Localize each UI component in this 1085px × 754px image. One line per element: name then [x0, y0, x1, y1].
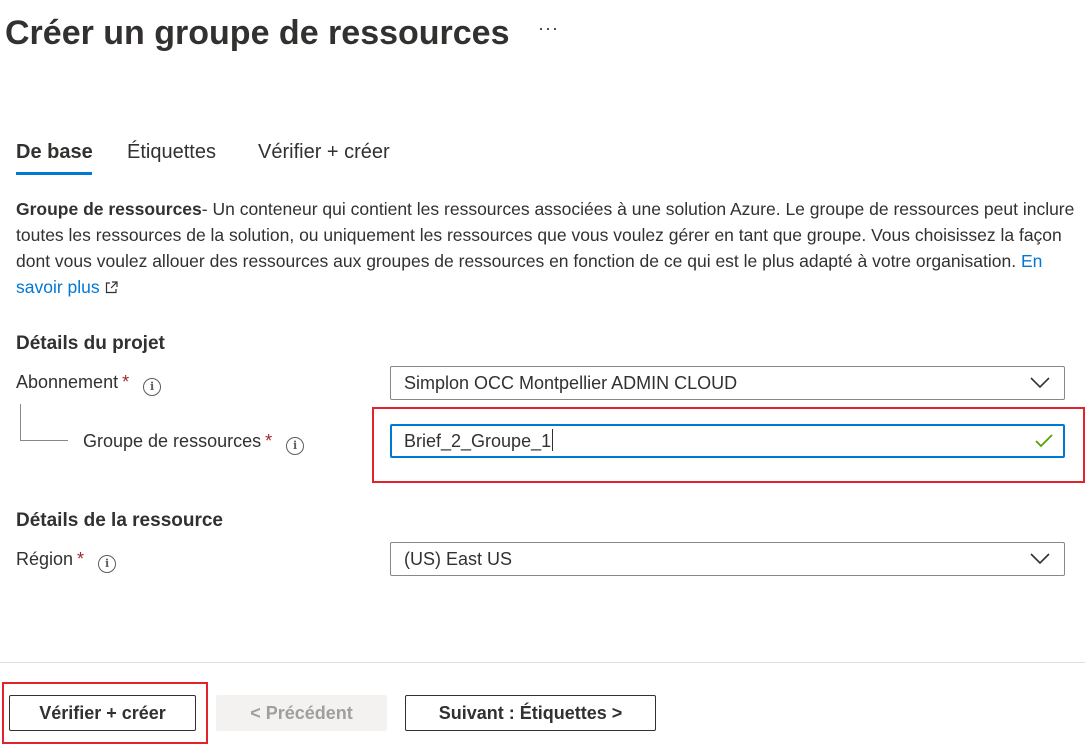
- resource-details-heading: Détails de la ressource: [16, 510, 223, 531]
- info-icon[interactable]: i: [286, 437, 305, 455]
- page-title: Créer un groupe de ressources: [5, 14, 510, 52]
- create-resource-group-page: Créer un groupe de ressources ··· De bas…: [0, 0, 1085, 754]
- region-value: (US) East US: [404, 549, 513, 569]
- resource-group-description: Groupe de ressources- Un conteneur qui c…: [16, 196, 1076, 300]
- info-icon[interactable]: i: [98, 555, 117, 573]
- tree-connector: [20, 404, 21, 440]
- chevron-down-icon: [1030, 377, 1050, 389]
- region-select[interactable]: (US) East US: [390, 542, 1065, 576]
- next-tags-button[interactable]: Suivant : Étiquettes >: [405, 695, 656, 731]
- region-label: Région * i: [16, 549, 117, 573]
- tab-review-create[interactable]: Vérifier + créer: [258, 138, 390, 166]
- subscription-value: Simplon OCC Montpellier ADMIN CLOUD: [404, 373, 738, 393]
- highlight-box: [372, 407, 1085, 483]
- external-link-icon: [105, 281, 118, 294]
- highlight-box: [2, 682, 208, 744]
- info-icon[interactable]: i: [143, 378, 162, 396]
- more-options-icon[interactable]: ···: [538, 18, 559, 39]
- subscription-select[interactable]: Simplon OCC Montpellier ADMIN CLOUD: [390, 366, 1065, 400]
- active-tab-indicator: [16, 172, 92, 175]
- footer-divider: [0, 662, 1085, 663]
- tab-tags[interactable]: Étiquettes: [127, 138, 216, 166]
- chevron-down-icon: [1030, 553, 1050, 565]
- required-mark: *: [77, 549, 85, 569]
- project-details-heading: Détails du projet: [16, 333, 165, 354]
- required-mark: *: [265, 431, 273, 451]
- description-term: Groupe de ressources: [16, 199, 202, 219]
- previous-button[interactable]: < Précédent: [216, 695, 387, 731]
- tab-basics[interactable]: De base: [16, 138, 93, 166]
- required-mark: *: [122, 372, 130, 392]
- subscription-label: Abonnement * i: [16, 372, 162, 396]
- resource-group-label: Groupe de ressources * i: [83, 431, 305, 455]
- tree-connector: [20, 440, 68, 441]
